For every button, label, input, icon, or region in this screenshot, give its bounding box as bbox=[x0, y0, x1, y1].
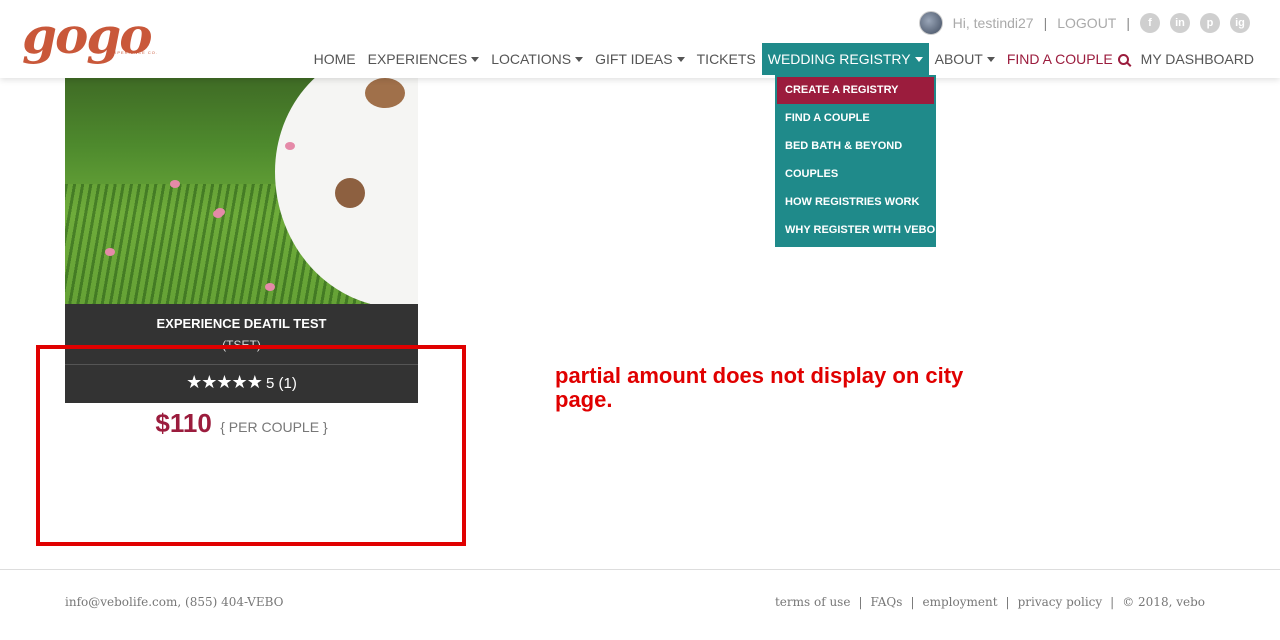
logo-text: gogo bbox=[22, 6, 153, 65]
footer-link-terms[interactable]: terms of use bbox=[775, 595, 850, 609]
experience-title: EXPERIENCE DEATIL TEST bbox=[156, 316, 327, 331]
cat-spot bbox=[335, 178, 365, 208]
nav-find-couple[interactable]: FIND A COUPLE bbox=[1001, 43, 1135, 75]
flower bbox=[285, 142, 295, 150]
nav-wedding-registry-label: WEDDING REGISTRY bbox=[767, 51, 911, 67]
dropdown-item-couples[interactable]: COUPLES bbox=[775, 160, 936, 188]
caret-down-icon bbox=[914, 56, 923, 62]
linkedin-icon[interactable]: in bbox=[1170, 13, 1190, 33]
flower bbox=[170, 180, 180, 188]
annotation-note: partial amount does not display on city … bbox=[555, 363, 964, 412]
nav-tickets[interactable]: TICKETS bbox=[691, 43, 762, 75]
dropdown-item-bed-bath-beyond[interactable]: BED BATH & BEYOND bbox=[775, 132, 936, 160]
instagram-icon[interactable]: ig bbox=[1230, 13, 1250, 33]
separator: | bbox=[1043, 15, 1048, 31]
nav-find-couple-label: FIND A COUPLE bbox=[1006, 51, 1113, 67]
dropdown-item-why-register[interactable]: WHY REGISTER WITH VEBO bbox=[775, 216, 936, 244]
caret-down-icon bbox=[986, 56, 995, 62]
nav-tickets-label: TICKETS bbox=[696, 51, 756, 67]
nav-dashboard-label: MY DASHBOARD bbox=[1140, 51, 1254, 67]
nav-about-label: ABOUT bbox=[934, 51, 983, 67]
footer-link-employment[interactable]: employment bbox=[922, 595, 997, 609]
separator: | bbox=[1126, 15, 1130, 31]
annotation-box bbox=[36, 345, 466, 546]
logo-subtitle: EXPERIENCE CO. bbox=[110, 50, 159, 55]
dropdown-item-create-registry[interactable]: CREATE A REGISTRY bbox=[777, 77, 934, 104]
logout-link[interactable]: LOGOUT bbox=[1057, 15, 1116, 31]
separator: | bbox=[1110, 595, 1115, 609]
caret-down-icon bbox=[676, 56, 685, 62]
nav-gift-ideas[interactable]: GIFT IDEAS bbox=[589, 43, 691, 75]
nav-experiences[interactable]: EXPERIENCES bbox=[362, 43, 486, 75]
user-greeting[interactable]: Hi, testindi27 bbox=[953, 15, 1034, 31]
pinterest-icon[interactable]: p bbox=[1200, 13, 1220, 33]
flower bbox=[105, 248, 115, 256]
separator: | bbox=[858, 595, 863, 609]
facebook-icon[interactable]: f bbox=[1140, 13, 1160, 33]
nav-about[interactable]: ABOUT bbox=[929, 43, 1001, 75]
footer-link-privacy[interactable]: privacy policy bbox=[1018, 595, 1103, 609]
search-icon bbox=[1117, 53, 1129, 65]
nav-experiences-label: EXPERIENCES bbox=[367, 51, 468, 67]
caret-down-icon bbox=[471, 56, 480, 62]
main-nav: HOME EXPERIENCES LOCATIONS GIFT IDEAS TI… bbox=[308, 43, 1260, 75]
separator: | bbox=[910, 595, 915, 609]
social-links: f in p ig bbox=[1140, 13, 1250, 33]
wedding-registry-dropdown: CREATE A REGISTRY FIND A COUPLE BED BATH… bbox=[775, 75, 936, 247]
dropdown-item-find-couple[interactable]: FIND A COUPLE bbox=[775, 104, 936, 132]
caret-down-icon bbox=[575, 56, 584, 62]
nav-gift-ideas-label: GIFT IDEAS bbox=[595, 51, 673, 67]
top-bar: Hi, testindi27 | LOGOUT | f in p ig bbox=[918, 10, 1250, 36]
footer-copyright: © 2018, vebo bbox=[1122, 595, 1205, 609]
experience-image[interactable] bbox=[65, 78, 418, 304]
footer-contact: info@vebolife.com, (855) 404-VEBO bbox=[65, 595, 284, 609]
footer-link-faqs[interactable]: FAQs bbox=[870, 595, 902, 609]
nav-home[interactable]: HOME bbox=[308, 43, 362, 75]
site-header: gogo EXPERIENCE CO. Hi, testindi27 | LOG… bbox=[0, 0, 1280, 78]
flower bbox=[215, 208, 225, 216]
nav-my-dashboard[interactable]: MY DASHBOARD bbox=[1135, 43, 1260, 75]
avatar[interactable] bbox=[918, 11, 943, 35]
footer-links: terms of use | FAQs | employment | priva… bbox=[775, 595, 1205, 609]
nav-locations[interactable]: LOCATIONS bbox=[485, 43, 589, 75]
separator: | bbox=[1005, 595, 1010, 609]
footer-divider bbox=[0, 569, 1280, 570]
flower bbox=[265, 283, 275, 291]
dropdown-item-how-registries-work[interactable]: HOW REGISTRIES WORK bbox=[775, 188, 936, 216]
nav-home-label: HOME bbox=[313, 51, 356, 67]
nav-wedding-registry[interactable]: WEDDING REGISTRY bbox=[761, 43, 929, 75]
nav-locations-label: LOCATIONS bbox=[491, 51, 572, 67]
logo[interactable]: gogo EXPERIENCE CO. bbox=[22, 8, 162, 68]
cat-spot bbox=[365, 78, 405, 108]
